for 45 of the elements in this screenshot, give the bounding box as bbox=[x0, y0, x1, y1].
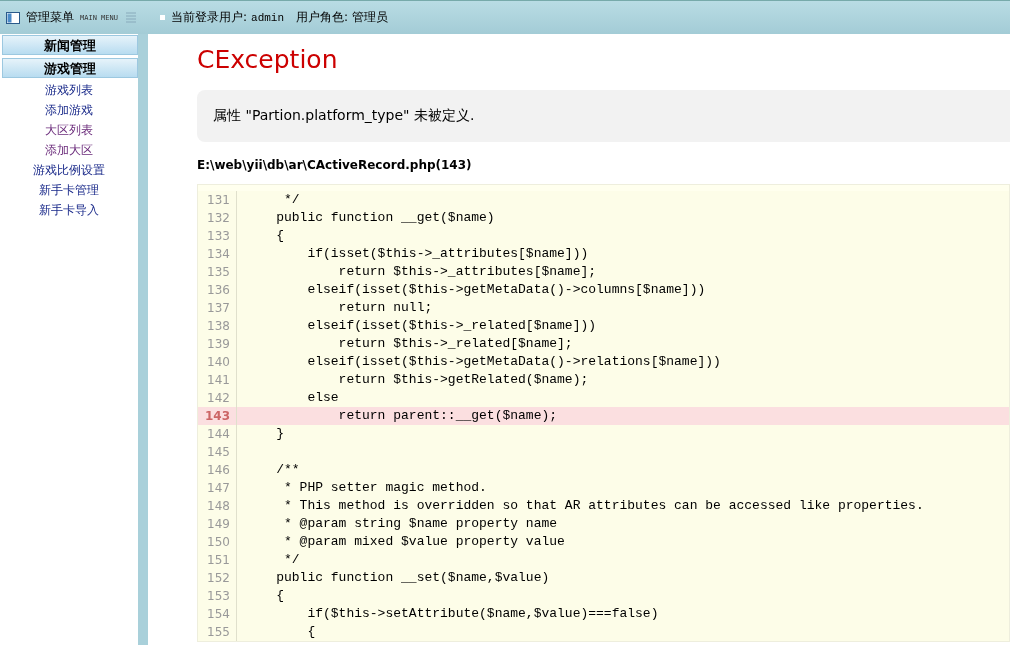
code-text: } bbox=[275, 425, 284, 443]
menu-link[interactable]: 新手卡导入 bbox=[0, 200, 138, 220]
code-text: { bbox=[306, 623, 316, 641]
menu-link[interactable]: 添加游戏 bbox=[0, 100, 138, 120]
code-text: elseif(isset($this->getMetaData()->columns[$name])) bbox=[306, 281, 706, 299]
file-path: E:\web\yii\db\ar\CActiveRecord.php(143) bbox=[197, 158, 473, 174]
code-text: elseif(isset($this->getMetaData()->relations[$name])) bbox=[306, 353, 721, 371]
code-text: * @param string $name property name bbox=[283, 515, 558, 533]
code-text: return parent::__get($name); bbox=[337, 407, 558, 425]
code-text: */ bbox=[283, 191, 300, 209]
menu-link[interactable]: 新手卡管理 bbox=[0, 180, 138, 200]
menu-section-header[interactable]: 游戏管理 bbox=[2, 58, 138, 78]
code-text: public function __get($name) bbox=[275, 209, 495, 227]
role-label: 用户角色: bbox=[296, 9, 349, 26]
menu-link[interactable]: 游戏列表 bbox=[0, 80, 138, 100]
menu-link[interactable]: 游戏比例设置 bbox=[0, 160, 138, 180]
code-text: * @param mixed $value property value bbox=[283, 533, 565, 551]
code-text: { bbox=[275, 587, 284, 605]
code-text: public function __set($name,$value) bbox=[275, 569, 550, 587]
code-text: else bbox=[306, 389, 339, 407]
code-text: if($this->setAttribute($name,$value)===false) bbox=[306, 605, 659, 623]
menu-link[interactable]: 大区列表 bbox=[0, 120, 138, 140]
code-text: if(isset($this->_attributes[$name])) bbox=[306, 245, 589, 263]
user-label: 当前登录用户: bbox=[171, 9, 248, 26]
code-text: return $this->getRelated($name); bbox=[337, 371, 589, 389]
code-text: { bbox=[275, 227, 284, 245]
error-title: CException bbox=[197, 44, 339, 76]
code-text: return $this->_attributes[$name]; bbox=[337, 263, 597, 281]
code-text: * PHP setter magic method. bbox=[283, 479, 487, 497]
menu-icon[interactable] bbox=[125, 12, 136, 23]
code-text: * This method is overridden so that AR attributes can be accessed like properties. bbox=[283, 497, 924, 515]
menu-section-header[interactable]: 新闻管理 bbox=[2, 35, 138, 55]
bullet-icon bbox=[160, 15, 165, 20]
menu-title: 管理菜单 bbox=[26, 9, 74, 26]
code-text: return $this->_related[$name]; bbox=[337, 335, 573, 353]
code-text: elseif(isset($this->_related[$name])) bbox=[306, 317, 597, 335]
code-text: /** bbox=[275, 461, 300, 479]
code-text: return null; bbox=[337, 299, 433, 317]
error-message: 属性 "Partion.platform_type" 未被定义. bbox=[197, 90, 1010, 142]
role-name: 管理员 bbox=[352, 9, 389, 26]
user-name: admin bbox=[251, 11, 285, 24]
line-number: 155 bbox=[198, 623, 237, 641]
code-text: */ bbox=[283, 551, 300, 569]
panel-icon bbox=[6, 11, 20, 24]
menu-link[interactable]: 添加大区 bbox=[0, 140, 138, 160]
